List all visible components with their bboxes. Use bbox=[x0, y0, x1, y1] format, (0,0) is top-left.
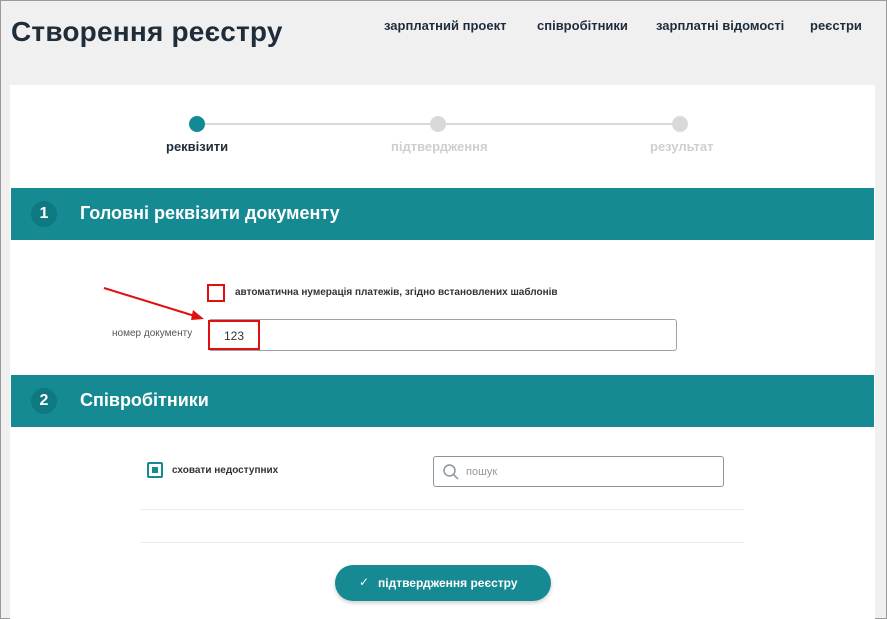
hide-unavailable-label: сховати недоступних bbox=[172, 465, 279, 476]
auto-numbering-label: автоматична нумерація платежів, згідно в… bbox=[235, 287, 558, 298]
confirm-registry-button[interactable]: ✓ підтвердження реєстру bbox=[335, 565, 551, 601]
annotation-highlight-box bbox=[208, 320, 260, 350]
divider bbox=[140, 509, 744, 510]
divider bbox=[140, 542, 744, 543]
check-icon: ✓ bbox=[359, 575, 370, 589]
annotation-arrow bbox=[103, 287, 204, 320]
auto-numbering-checkbox[interactable] bbox=[207, 284, 225, 302]
section-number: 2 bbox=[31, 388, 57, 414]
hide-unavailable-checkbox[interactable] bbox=[147, 462, 163, 478]
doc-number-label: номер документу bbox=[112, 328, 193, 339]
section-title: Співробітники bbox=[80, 390, 209, 410]
confirm-button-label: підтвердження реєстру bbox=[378, 576, 518, 590]
search-icon bbox=[443, 464, 459, 480]
section-header-employees: 2 Співробітники bbox=[11, 375, 874, 427]
doc-number-input[interactable] bbox=[208, 319, 677, 351]
search-placeholder: пошук bbox=[466, 466, 498, 478]
